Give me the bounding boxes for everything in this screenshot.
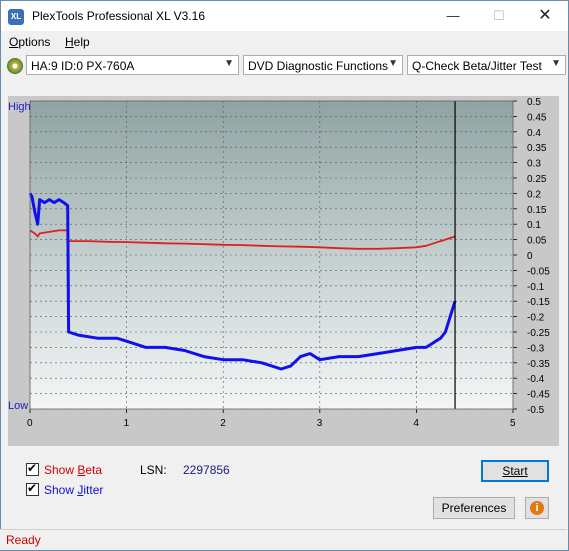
y-tick-label: 0.4: [527, 128, 541, 139]
beta-jitter-chart: 0.5 0.45 0.4 0.35 0.3 0.25 0.2 0.15 0.1 0.05 0 -0.0…: [27, 97, 550, 429]
show-beta-rest: eta: [85, 463, 103, 477]
menu-options-mnemonic: O: [9, 35, 19, 49]
minimize-button[interactable]: —: [430, 1, 476, 31]
y-tick-label: 0.45: [527, 112, 547, 123]
function-select[interactable]: DVD Diagnostic Functions ▼: [243, 55, 403, 75]
status-bar: Ready: [0, 529, 567, 550]
maximize-button[interactable]: ☐: [476, 1, 522, 31]
show-beta-prefix: Show: [44, 463, 78, 477]
menu-options-label: ptions: [18, 35, 51, 49]
show-beta-checkbox[interactable]: [26, 461, 39, 476]
y-tick-label: 0.5: [527, 97, 541, 108]
y-tick-label: 0: [527, 251, 533, 262]
y-tick-label: 0.1: [527, 220, 541, 231]
chevron-down-icon: ▼: [388, 58, 398, 69]
x-tick-label: 0: [27, 418, 33, 429]
menu-help[interactable]: Help: [65, 35, 90, 49]
show-jitter-label[interactable]: Show Jitter: [44, 483, 103, 497]
menu-help-label: elp: [73, 35, 90, 49]
window-title: PlexTools Professional XL V3.16: [32, 9, 205, 23]
y-tick-label: 0.15: [527, 205, 547, 216]
y-tick-label: 0.05: [527, 236, 547, 247]
x-tick-label: 2: [220, 418, 226, 429]
preferences-button[interactable]: Preferences: [433, 497, 515, 519]
y-tick-label: 0.25: [527, 174, 547, 185]
show-jitter-rest: itter: [83, 483, 104, 497]
low-label: Low: [8, 400, 29, 412]
chart-area: 0.5 0.45 0.4 0.35 0.3 0.25 0.2 0.15 0.1 0.05 0 -0.0…: [8, 96, 559, 446]
drive-select-value: HA:9 ID:0 PX-760A: [31, 59, 135, 73]
status-text: Ready: [6, 533, 41, 547]
control-panel: Show Beta Show Jitter LSN: 2297856 Start…: [8, 452, 559, 524]
y-tick-label: -0.2: [527, 313, 545, 324]
y-tick-label: -0.35: [527, 359, 550, 370]
start-button-label: Start: [502, 464, 528, 478]
y-tick-label: -0.3: [527, 343, 545, 354]
x-tick-label: 1: [124, 418, 130, 429]
show-beta-label[interactable]: Show Beta: [44, 463, 102, 477]
x-tick-label: 5: [510, 418, 516, 429]
start-button[interactable]: Start: [481, 460, 549, 482]
preferences-button-label: Preferences: [441, 501, 507, 515]
menu-help-mnemonic: H: [65, 35, 74, 49]
chevron-down-icon: ▼: [551, 58, 561, 69]
chevron-down-icon: ▼: [224, 58, 234, 69]
disc-drive-icon: [7, 58, 23, 74]
y-tick-label: 0.3: [527, 159, 541, 170]
menu-options[interactable]: Options: [9, 35, 50, 49]
y-tick-label: 0.35: [527, 143, 547, 154]
y-tick-label: -0.5: [527, 405, 545, 416]
close-button[interactable]: ✕: [522, 1, 568, 31]
function-select-value: DVD Diagnostic Functions: [248, 59, 389, 73]
high-label: High: [8, 101, 31, 113]
show-jitter-prefix: Show: [44, 483, 78, 497]
info-button[interactable]: i: [525, 497, 549, 519]
y-tick-label: -0.05: [527, 266, 550, 277]
y-tick-label: -0.45: [527, 390, 550, 401]
y-tick-label: 0.2: [527, 189, 541, 200]
toolbar: HA:9 ID:0 PX-760A ▼ DVD Diagnostic Funct…: [1, 53, 568, 79]
lsn-value: 2297856: [183, 463, 230, 477]
test-select[interactable]: Q-Check Beta/Jitter Test ▼: [407, 55, 566, 75]
y-tick-label: -0.4: [527, 374, 545, 385]
x-tick-label: 3: [317, 418, 323, 429]
show-jitter-checkbox[interactable]: [26, 481, 39, 496]
drive-select[interactable]: HA:9 ID:0 PX-760A ▼: [26, 55, 239, 75]
y-tick-label: -0.1: [527, 282, 545, 293]
y-tick-label: -0.25: [527, 328, 550, 339]
y-tick-label: -0.15: [527, 297, 550, 308]
lsn-label: LSN:: [140, 463, 167, 477]
x-tick-label: 4: [413, 418, 419, 429]
menu-bar: Options Help: [1, 32, 568, 52]
info-icon: i: [530, 501, 544, 515]
app-logo-icon: XL: [8, 9, 24, 25]
title-bar: XL PlexTools Professional XL V3.16 — ☐ ✕: [1, 1, 568, 31]
test-select-value: Q-Check Beta/Jitter Test: [412, 59, 542, 73]
